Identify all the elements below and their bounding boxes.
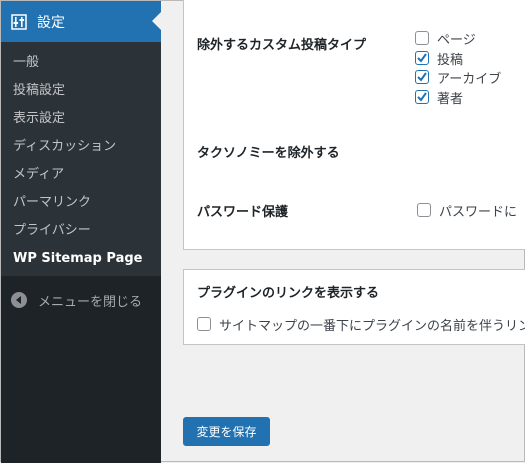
admin-sidebar: 設定 一般 投稿設定 表示設定 ディスカッション メディア パーマリンク プライ… — [1, 1, 161, 463]
checkbox-label: ページ — [437, 32, 476, 48]
current-menu-notch — [152, 12, 161, 30]
checkbox-password[interactable] — [417, 203, 431, 217]
checkmark-icon — [417, 92, 427, 102]
checkbox-label: パスワードに — [439, 204, 518, 220]
submenu-item-media[interactable]: メディア — [13, 166, 64, 184]
password-protection-option[interactable]: パスワードに — [417, 201, 518, 220]
checkbox-author[interactable] — [415, 90, 429, 104]
save-changes-button[interactable]: 変更を保存 — [183, 417, 270, 446]
sidebar-header-label: 設定 — [37, 14, 65, 31]
submenu-item-general[interactable]: 一般 — [13, 54, 39, 72]
submenu-item-writing[interactable]: 投稿設定 — [13, 82, 65, 100]
exclude-taxonomies-label: タクソノミーを除外する — [197, 146, 340, 161]
submenu-item-permalinks[interactable]: パーマリンク — [13, 194, 91, 212]
settings-sliders-icon — [11, 13, 27, 30]
submenu-item-privacy[interactable]: プライバシー — [13, 222, 91, 240]
checkbox-archive[interactable] — [415, 70, 429, 84]
checkbox-page[interactable] — [415, 31, 429, 45]
checkbox-plugin-link[interactable] — [197, 317, 211, 331]
checkbox-label: サイトマップの一番下にプラグインの名前を伴うリン — [219, 318, 525, 334]
collapse-arrow-icon — [11, 292, 27, 308]
checkbox-post[interactable] — [415, 51, 429, 65]
checkbox-label: 投稿 — [437, 52, 464, 68]
settings-submenu: 一般 投稿設定 表示設定 ディスカッション メディア パーマリンク プライバシー… — [1, 42, 161, 276]
submenu-item-discussion[interactable]: ディスカッション — [13, 138, 116, 156]
post-type-option-post[interactable]: 投稿 — [415, 49, 464, 68]
checkmark-icon — [417, 53, 427, 63]
plugin-link-option[interactable]: サイトマップの一番下にプラグインの名前を伴うリン — [197, 315, 525, 334]
collapse-menu-button[interactable]: メニューを閉じる — [1, 289, 161, 311]
checkbox-label: アーカイブ — [437, 71, 502, 87]
post-type-option-archive[interactable]: アーカイブ — [415, 68, 502, 87]
post-type-option-author[interactable]: 著者 — [415, 88, 464, 107]
plugin-link-panel — [183, 269, 525, 345]
password-protection-label: パスワード保護 — [197, 205, 289, 220]
submenu-item-wp-sitemap-page[interactable]: WP Sitemap Page — [13, 250, 142, 268]
exclude-post-types-label: 除外するカスタム投稿タイプ — [197, 38, 367, 53]
collapse-menu-label: メニューを閉じる — [38, 294, 143, 310]
submenu-item-reading[interactable]: 表示設定 — [13, 110, 65, 128]
sidebar-item-settings[interactable]: 設定 — [1, 1, 161, 42]
post-type-option-page[interactable]: ページ — [415, 29, 476, 48]
checkmark-icon — [417, 72, 427, 82]
plugin-link-title: プラグインのリンクを表示する — [197, 286, 380, 301]
checkbox-label: 著者 — [437, 91, 464, 107]
